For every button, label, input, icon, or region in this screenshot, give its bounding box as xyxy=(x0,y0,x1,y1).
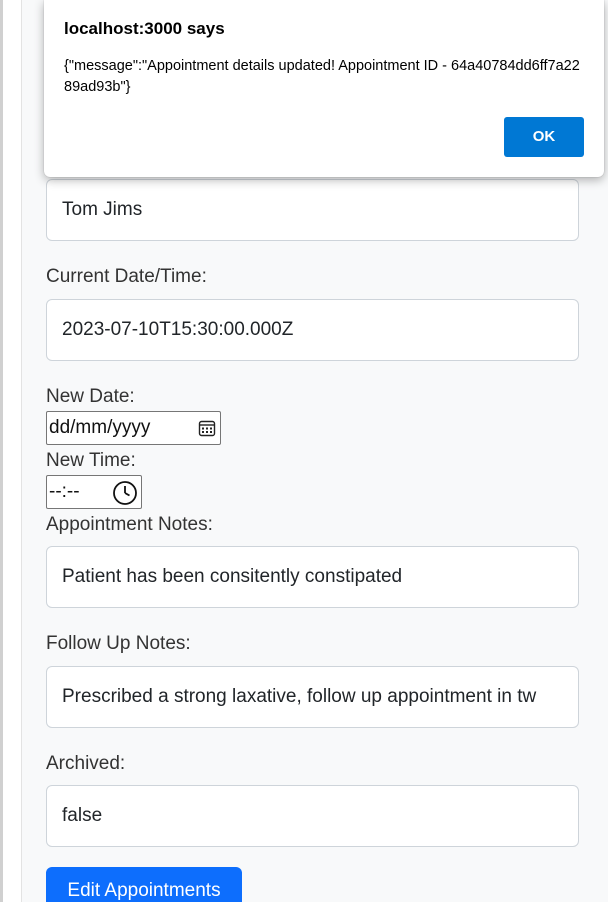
window-left-edge xyxy=(0,0,3,902)
new-time-input[interactable]: --:-- xyxy=(46,475,142,509)
clock-icon[interactable] xyxy=(112,480,138,506)
edit-appointments-button[interactable]: Edit Appointments xyxy=(46,867,242,902)
archived-label: Archived: xyxy=(46,753,126,774)
follow-up-notes-field[interactable]: Prescribed a strong laxative, follow up … xyxy=(46,666,579,728)
alert-title: localhost:3000 says xyxy=(64,19,225,38)
follow-up-notes-label: Follow Up Notes: xyxy=(46,633,191,654)
alert-message: {"message":"Appointment details updated!… xyxy=(64,58,580,95)
calendar-icon[interactable] xyxy=(198,419,216,437)
current-datetime-field[interactable]: 2023-07-10T15:30:00.000Z xyxy=(46,299,579,361)
appointment-notes-field[interactable]: Patient has been consitently constipated xyxy=(46,546,579,608)
new-time-label: New Time: xyxy=(46,450,136,471)
archived-field[interactable]: false xyxy=(46,785,579,847)
new-time-placeholder: --:-- xyxy=(49,481,80,502)
alert-ok-button[interactable]: OK xyxy=(504,117,584,157)
alert-dialog: localhost:3000 says {"message":"Appointm… xyxy=(44,0,604,177)
new-date-placeholder: dd/mm/yyyy xyxy=(49,417,151,438)
patient-name-field[interactable]: Tom Jims xyxy=(46,179,579,241)
new-date-input[interactable]: dd/mm/yyyy xyxy=(46,411,221,445)
new-date-label: New Date: xyxy=(46,386,135,407)
appointment-notes-label: Appointment Notes: xyxy=(46,514,213,535)
current-datetime-label: Current Date/Time: xyxy=(46,266,207,287)
